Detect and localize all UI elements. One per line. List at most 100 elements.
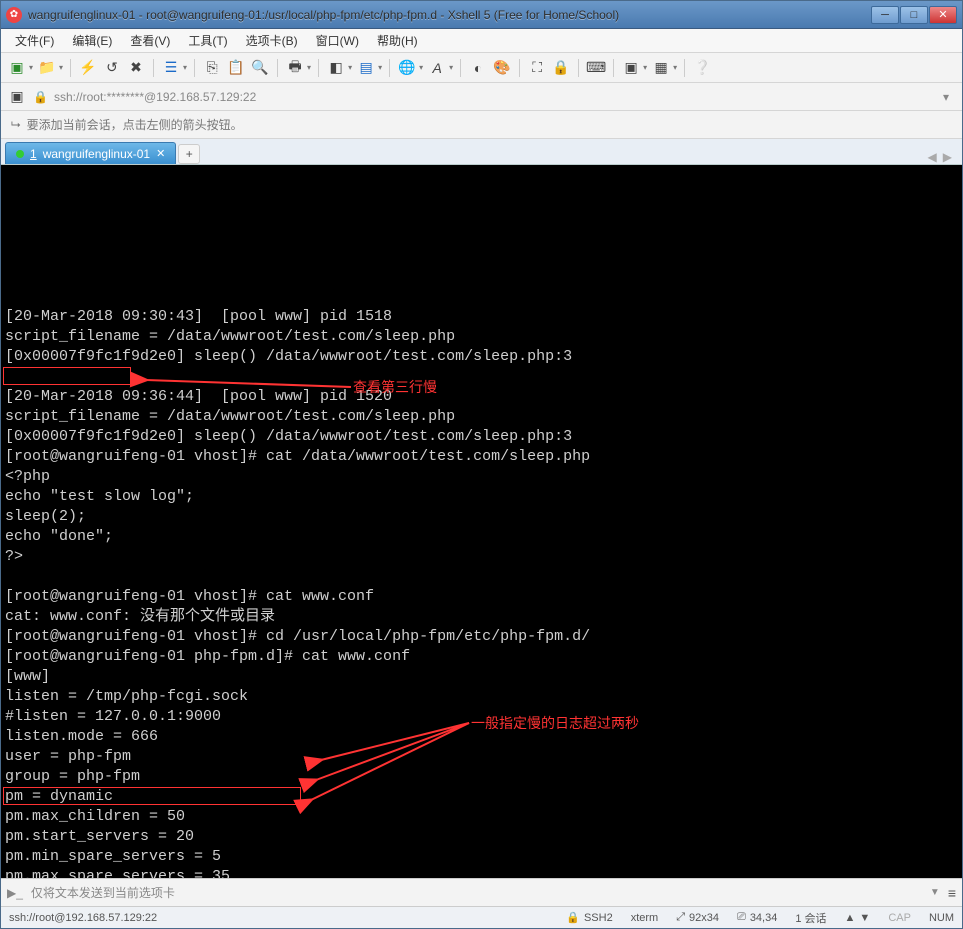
- color-icon[interactable]: 🎨: [492, 58, 512, 78]
- cursor-icon: ⎚: [737, 911, 746, 924]
- keyboard-icon[interactable]: ⌨: [586, 58, 606, 78]
- terminal-line: echo "done";: [5, 527, 958, 547]
- app-window: ✿ wangruifenglinux-01 - root@wangruifeng…: [0, 0, 963, 929]
- separator: [684, 59, 685, 77]
- tab-label: wangruifenglinux-01: [43, 147, 150, 161]
- send-icon[interactable]: ▶_: [7, 886, 23, 900]
- menu-tabs[interactable]: 选项卡(B): [238, 30, 306, 51]
- dropdown-icon[interactable]: ▾: [378, 63, 382, 72]
- send-menu-icon[interactable]: ≡: [948, 885, 956, 901]
- lock-icon[interactable]: 🔒: [551, 58, 571, 78]
- dropdown-icon[interactable]: ▾: [59, 63, 63, 72]
- tab-left-icon[interactable]: ◀: [928, 150, 937, 164]
- info-text: 要添加当前会话，点击左侧的箭头按钮。: [27, 116, 243, 133]
- terminal-line: pm.min_spare_servers = 5: [5, 847, 958, 867]
- send-bar: ▶_ 仅将文本发送到当前选项卡 ▼ ≡: [1, 878, 962, 906]
- terminal-line: listen = /tmp/php-fcgi.sock: [5, 687, 958, 707]
- terminal-line: user = php-fpm: [5, 747, 958, 767]
- menu-file[interactable]: 文件(F): [7, 30, 62, 51]
- fullscreen-icon[interactable]: ⛶: [527, 58, 547, 78]
- status-sessions: 1 会话: [795, 910, 826, 926]
- dropdown-icon[interactable]: ▾: [673, 63, 677, 72]
- dropdown-icon[interactable]: ▾: [449, 63, 453, 72]
- menu-tools[interactable]: 工具(T): [180, 30, 235, 51]
- terminal-line: [root@wangruifeng-01 vhost]# cd /usr/loc…: [5, 627, 958, 647]
- layout-icon[interactable]: ▦: [651, 58, 671, 78]
- reconnect-icon[interactable]: ↺: [102, 58, 122, 78]
- terminal-line: [root@wangruifeng-01 vhost]# cat /data/w…: [5, 447, 958, 467]
- terminal-line: pm.start_servers = 20: [5, 827, 958, 847]
- compose-icon[interactable]: ▤: [356, 58, 376, 78]
- terminal-line: [www]: [5, 667, 958, 687]
- menu-help[interactable]: 帮助(H): [369, 30, 426, 51]
- separator: [578, 59, 579, 77]
- minimize-button[interactable]: ─: [871, 6, 899, 24]
- find-icon[interactable]: 🔍: [250, 58, 270, 78]
- status-term-type: xterm: [631, 912, 659, 924]
- maximize-button[interactable]: □: [900, 6, 928, 24]
- new-session-icon[interactable]: ▣: [7, 58, 27, 78]
- window-controls: ─ □ ✕: [871, 6, 957, 24]
- status-bar: ssh://root@192.168.57.129:22 🔒SSH2 xterm…: [1, 906, 962, 928]
- terminal-line: pm.max_children = 50: [5, 807, 958, 827]
- copy-icon[interactable]: ⎘: [202, 58, 222, 78]
- font-icon[interactable]: A: [427, 58, 447, 78]
- arrow-up-icon[interactable]: ▲: [845, 912, 856, 924]
- paste-icon[interactable]: 📋: [226, 58, 246, 78]
- menu-view[interactable]: 查看(V): [122, 30, 178, 51]
- status-cursor-pos: 34,34: [750, 912, 778, 924]
- close-button[interactable]: ✕: [929, 6, 957, 24]
- separator: [389, 59, 390, 77]
- separator: [153, 59, 154, 77]
- terminal-line: ?>: [5, 547, 958, 567]
- xftp-icon[interactable]: ◧: [326, 58, 346, 78]
- disconnect-icon[interactable]: ✖: [126, 58, 146, 78]
- session-add-icon[interactable]: ⮡: [11, 117, 21, 132]
- titlebar[interactable]: ✿ wangruifenglinux-01 - root@wangruifeng…: [1, 1, 962, 29]
- addr-dropdown-icon[interactable]: ▾: [936, 87, 956, 107]
- toolbar: ▣▾ 📁▾ ⚡ ↺ ✖ ☰▾ ⎘ 📋 🔍 🖶▾ ◧▾ ▤▾ 🌐▾ A▾ ◐ 🎨 …: [1, 53, 962, 83]
- terminal-line: [20-Mar-2018 09:36:44] [pool www] pid 15…: [5, 387, 958, 407]
- terminal-line: [root@wangruifeng-01 php-fpm.d]# cat www…: [5, 647, 958, 667]
- separator: [460, 59, 461, 77]
- tab-close-icon[interactable]: ✕: [156, 147, 165, 160]
- tab-right-icon[interactable]: ▶: [943, 150, 952, 164]
- app-icon: ✿: [6, 7, 22, 23]
- dropdown-icon[interactable]: ▾: [307, 63, 311, 72]
- theme-icon[interactable]: ◐: [468, 58, 488, 78]
- send-input[interactable]: 仅将文本发送到当前选项卡: [31, 884, 922, 901]
- terminal-icon[interactable]: ▣: [621, 58, 641, 78]
- terminal-line: pm = dynamic: [5, 787, 958, 807]
- addr-new-icon[interactable]: ▣: [7, 87, 27, 107]
- status-num: NUM: [929, 912, 954, 924]
- open-folder-icon[interactable]: 📁: [37, 58, 57, 78]
- terminal-line: listen.mode = 666: [5, 727, 958, 747]
- tab-session-1[interactable]: 1 wangruifenglinux-01 ✕: [5, 142, 176, 164]
- menu-edit[interactable]: 编辑(E): [64, 30, 120, 51]
- address-text[interactable]: ssh://root:********@192.168.57.129:22: [54, 90, 930, 104]
- send-dropdown-icon[interactable]: ▼: [930, 887, 940, 898]
- dropdown-icon[interactable]: ▾: [419, 63, 423, 72]
- terminal-line: script_filename = /data/wwwroot/test.com…: [5, 327, 958, 347]
- window-title: wangruifenglinux-01 - root@wangruifeng-0…: [28, 8, 871, 22]
- menu-window[interactable]: 窗口(W): [308, 30, 367, 51]
- terminal-line: group = php-fpm: [5, 767, 958, 787]
- terminal-line: <?php: [5, 467, 958, 487]
- plus-icon: +: [186, 147, 193, 161]
- lock-icon: 🔒: [566, 911, 580, 924]
- properties-icon[interactable]: ☰: [161, 58, 181, 78]
- print-icon[interactable]: 🖶: [285, 58, 305, 78]
- dropdown-icon[interactable]: ▾: [643, 63, 647, 72]
- dropdown-icon[interactable]: ▾: [348, 63, 352, 72]
- terminal-line: script_filename = /data/wwwroot/test.com…: [5, 407, 958, 427]
- help-icon[interactable]: ❔: [692, 58, 712, 78]
- terminal-line: [0x00007f9fc1f9d2e0] sleep() /data/wwwro…: [5, 347, 958, 367]
- terminal[interactable]: 查看第三行慢 一般指定慢的日志超过两秒 [20-Mar-2018 09:30:4…: [1, 165, 962, 878]
- connect-icon[interactable]: ⚡: [78, 58, 98, 78]
- separator: [519, 59, 520, 77]
- dropdown-icon[interactable]: ▾: [29, 63, 33, 72]
- tab-add-button[interactable]: +: [178, 144, 200, 164]
- arrow-down-icon[interactable]: ▼: [859, 912, 870, 924]
- dropdown-icon[interactable]: ▾: [183, 63, 187, 72]
- globe-icon[interactable]: 🌐: [397, 58, 417, 78]
